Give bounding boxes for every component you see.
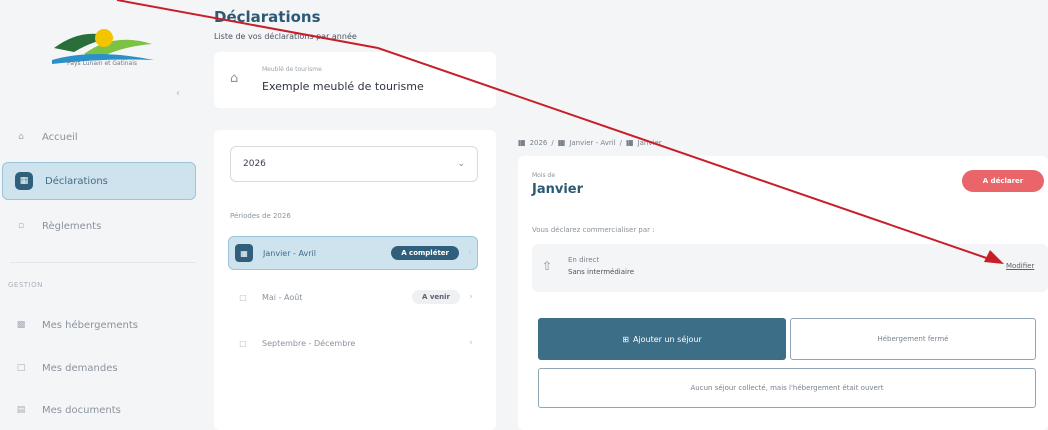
nav-item-accueil[interactable]: ⌂ Accueil (0, 118, 196, 156)
house-icon: ⌂ (230, 71, 239, 86)
status-badge: A déclarer (962, 170, 1044, 192)
chevron-right-icon: › (469, 338, 473, 348)
channel-name: En direct (568, 256, 600, 264)
period-label: Septembre - Décembre (262, 338, 356, 348)
logo (52, 29, 154, 64)
status-badge: A venir (412, 290, 460, 304)
year-select[interactable]: 2026 ⌄ (230, 146, 478, 182)
month-name: Janvier (532, 182, 584, 197)
nav-item-hebergements[interactable]: ▩ Mes hébergements (0, 306, 196, 344)
calendar-icon: ▦ (557, 138, 566, 147)
modify-link[interactable]: Modifier (1006, 262, 1034, 270)
periods-label: Périodes de 2026 (230, 212, 291, 220)
period-item-mai-aout[interactable]: □ Mai - Août A venir › (228, 280, 478, 314)
sidebar: Pays Lunain et Gatinais ‹ ⌂ Accueil ▦ Dé… (0, 0, 200, 430)
nav-item-demandes[interactable]: □ Mes demandes (0, 349, 196, 387)
periods-panel: 2026 ⌄ Périodes de 2026 ▦ Janvier - Avri… (214, 130, 496, 430)
month-label: Mois de (532, 172, 556, 179)
chevron-right-icon: › (469, 292, 473, 302)
status-badge: A compléter (391, 246, 459, 260)
nav-item-declarations[interactable]: ▦ Déclarations (2, 162, 196, 200)
channel-card: ⇧ En direct Sans intermédiaire Modifier (532, 244, 1048, 292)
nav-item-label: Mes documents (42, 404, 121, 416)
plus-square-icon: ⊞ (622, 334, 629, 344)
calendar-icon: ▦ (235, 244, 253, 262)
calendar-icon: ▦ (626, 138, 634, 147)
month-detail-panel: Mois de Janvier A déclarer Vous déclarez… (518, 156, 1048, 430)
calendar-icon: ▦ (518, 138, 526, 147)
channel-subtitle: Sans intermédiaire (568, 268, 635, 276)
divider (10, 262, 196, 263)
chevron-down-icon: ⌄ (457, 159, 465, 169)
period-item-janvier-avril[interactable]: ▦ Janvier - Avril A compléter › (228, 236, 478, 270)
nav-item-label: Mes hébergements (42, 319, 138, 331)
nav-item-label: Règlements (42, 220, 102, 232)
property-type: Meublé de tourisme (262, 66, 322, 73)
no-stay-open-button[interactable]: Aucun séjour collecté, mais l'hébergemen… (538, 368, 1036, 408)
breadcrumb-separator: / (619, 138, 622, 147)
nav-item-documents[interactable]: ▤ Mes documents (0, 391, 196, 429)
chevron-right-icon: › (468, 248, 472, 258)
page-title: Déclarations (214, 8, 321, 26)
property-name: Exemple meublé de tourisme (262, 80, 424, 93)
building-icon: ▩ (16, 320, 26, 330)
document-icon: ▦ (15, 172, 33, 190)
period-label: Mai - Août (262, 292, 303, 302)
property-card[interactable]: ⌂ Meublé de tourisme Exemple meublé de t… (214, 52, 496, 108)
channel-label: Vous déclarez commercialiser par : (532, 226, 655, 234)
nav-item-reglements[interactable]: ▫ Règlements (0, 207, 196, 245)
breadcrumb-month: Janvier (637, 138, 662, 147)
add-stay-label: Ajouter un séjour (632, 334, 702, 344)
breadcrumb-separator: / (551, 138, 554, 147)
period-item-septembre-decembre[interactable]: □ Septembre - Décembre › (228, 326, 478, 360)
closed-lodging-button[interactable]: Hébergement fermé (790, 318, 1036, 360)
breadcrumb-period[interactable]: Janvier - Avril (569, 139, 615, 147)
upload-icon: ⇧ (542, 259, 553, 273)
folder-icon: ▤ (16, 405, 26, 415)
logo-text: Pays Lunain et Gatinais (66, 60, 138, 67)
calendar-icon: □ (239, 338, 247, 348)
nav-item-label: Accueil (42, 131, 78, 143)
inbox-icon: □ (16, 363, 26, 373)
calendar-icon: □ (239, 292, 247, 302)
add-stay-button[interactable]: ⊞ Ajouter un séjour (538, 318, 786, 360)
period-label: Janvier - Avril (263, 248, 316, 258)
page-subtitle: Liste de vos déclarations par année (214, 32, 357, 41)
chevron-left-icon[interactable]: ‹ (176, 88, 180, 99)
breadcrumb-year[interactable]: 2026 (530, 139, 548, 147)
nav-item-label: Mes demandes (42, 362, 118, 374)
home-icon: ⌂ (18, 132, 24, 142)
year-value: 2026 (243, 159, 266, 169)
nav-section-label: GESTION (8, 281, 43, 289)
breadcrumb: ▦ 2026 / ▦ Janvier - Avril / ▦ Janvier (518, 138, 662, 147)
receipt-icon: ▫ (17, 221, 25, 231)
nav-item-label: Déclarations (45, 175, 108, 187)
